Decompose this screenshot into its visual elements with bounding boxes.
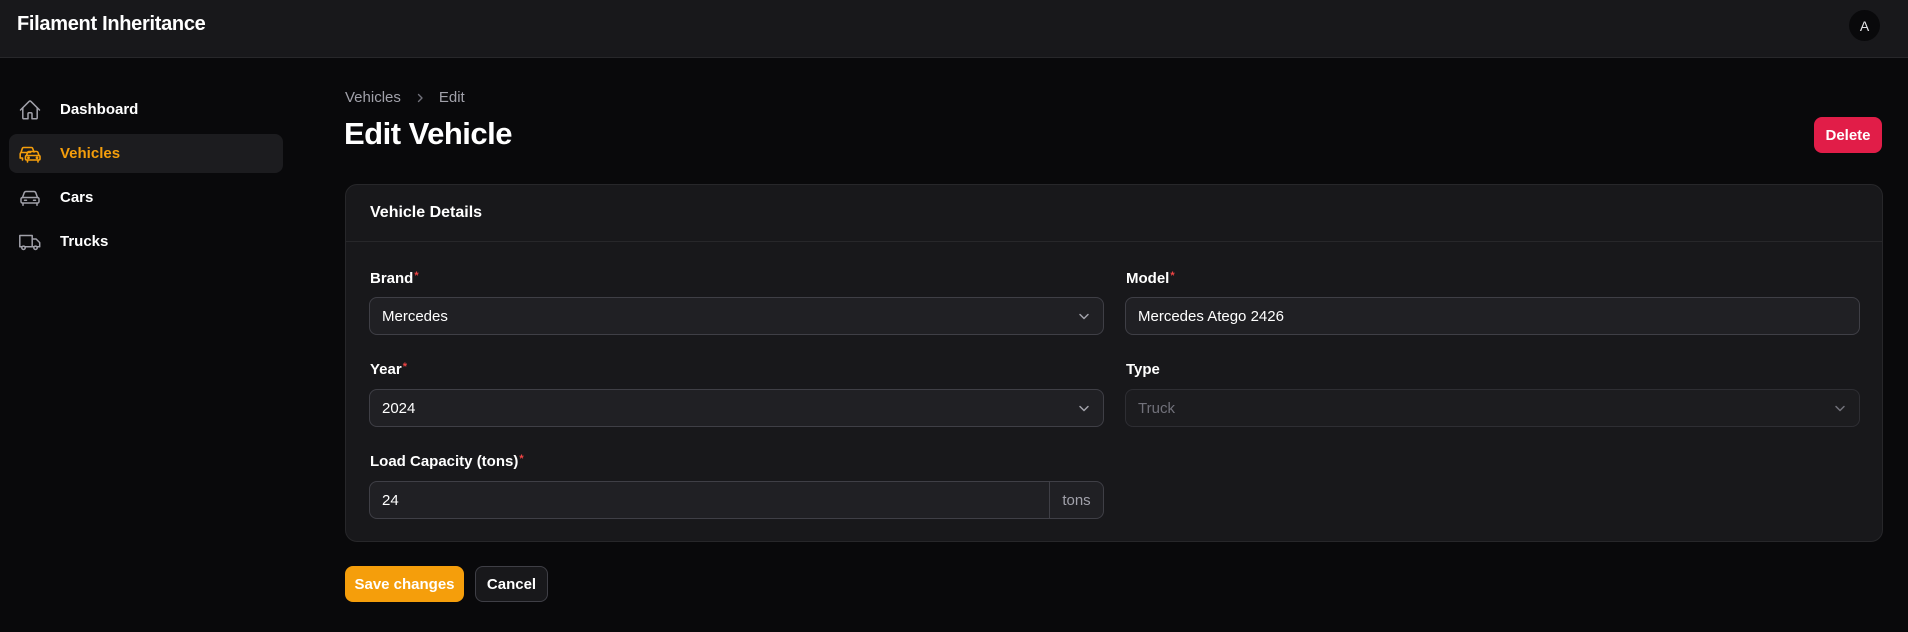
- load-capacity-label-text: Load Capacity (tons): [370, 453, 519, 470]
- year-label-text: Year: [370, 361, 402, 378]
- app-title[interactable]: Filament Inheritance: [17, 13, 206, 36]
- sidebar-item-trucks[interactable]: Trucks: [9, 222, 283, 261]
- save-changes-button[interactable]: Save changes: [345, 566, 464, 602]
- model-input[interactable]: Mercedes Atego 2426: [1125, 297, 1860, 335]
- card-header: Vehicle Details: [346, 185, 1882, 242]
- chevron-down-icon: [1835, 405, 1845, 412]
- year-label: Year*: [370, 361, 407, 378]
- home-icon: [18, 98, 42, 122]
- car-icon: [18, 186, 42, 210]
- vehicles-icon: [18, 142, 42, 166]
- brand-label: Brand*: [370, 270, 419, 287]
- truck-icon: [18, 230, 42, 254]
- cancel-button[interactable]: Cancel: [475, 566, 548, 602]
- sidebar-item-cars[interactable]: Cars: [9, 178, 283, 217]
- load-capacity-suffix: tons: [1049, 482, 1103, 518]
- sidebar-item-label: Vehicles: [60, 145, 121, 162]
- load-capacity-input[interactable]: 24 tons: [369, 481, 1104, 519]
- brand-select[interactable]: Mercedes: [369, 297, 1104, 335]
- vehicle-details-card: Vehicle Details Brand* Mercedes Model* M…: [345, 184, 1883, 542]
- model-label: Model*: [1126, 270, 1175, 287]
- load-capacity-input-value: 24: [382, 491, 399, 509]
- page-title: Edit Vehicle: [344, 116, 513, 151]
- sidebar-item-label: Trucks: [60, 233, 109, 250]
- brand-label-text: Brand: [370, 270, 414, 287]
- model-input-value: Mercedes Atego 2426: [1138, 307, 1284, 325]
- sidebar-item-label: Cars: [60, 189, 94, 206]
- sidebar-item-dashboard[interactable]: Dashboard: [9, 90, 283, 129]
- type-label-text: Type: [1126, 361, 1160, 378]
- delete-button[interactable]: Delete: [1814, 117, 1882, 153]
- required-marker: *: [414, 270, 419, 282]
- sidebar-item-label: Dashboard: [60, 101, 139, 118]
- required-marker: *: [519, 453, 524, 465]
- user-avatar[interactable]: A: [1849, 10, 1880, 41]
- top-bar: Filament Inheritance A: [0, 0, 1908, 58]
- type-select[interactable]: Truck: [1125, 389, 1860, 427]
- breadcrumb: Vehicles Edit: [345, 89, 465, 106]
- load-capacity-label: Load Capacity (tons)*: [370, 453, 524, 470]
- chevron-right-icon: [415, 93, 425, 103]
- year-select[interactable]: 2024: [369, 389, 1104, 427]
- sidebar-item-vehicles[interactable]: Vehicles: [9, 134, 283, 173]
- year-select-value: 2024: [382, 399, 416, 417]
- type-label: Type: [1126, 361, 1160, 378]
- required-marker: *: [1170, 270, 1175, 282]
- required-marker: *: [402, 361, 407, 373]
- chevron-down-icon: [1079, 405, 1089, 412]
- breadcrumb-item-vehicles[interactable]: Vehicles: [345, 89, 401, 106]
- model-label-text: Model: [1126, 270, 1170, 287]
- chevron-down-icon: [1079, 313, 1089, 320]
- breadcrumb-item-edit: Edit: [438, 89, 465, 106]
- section-title: Vehicle Details: [370, 204, 483, 221]
- type-select-value: Truck: [1138, 399, 1175, 417]
- brand-select-value: Mercedes: [382, 307, 448, 325]
